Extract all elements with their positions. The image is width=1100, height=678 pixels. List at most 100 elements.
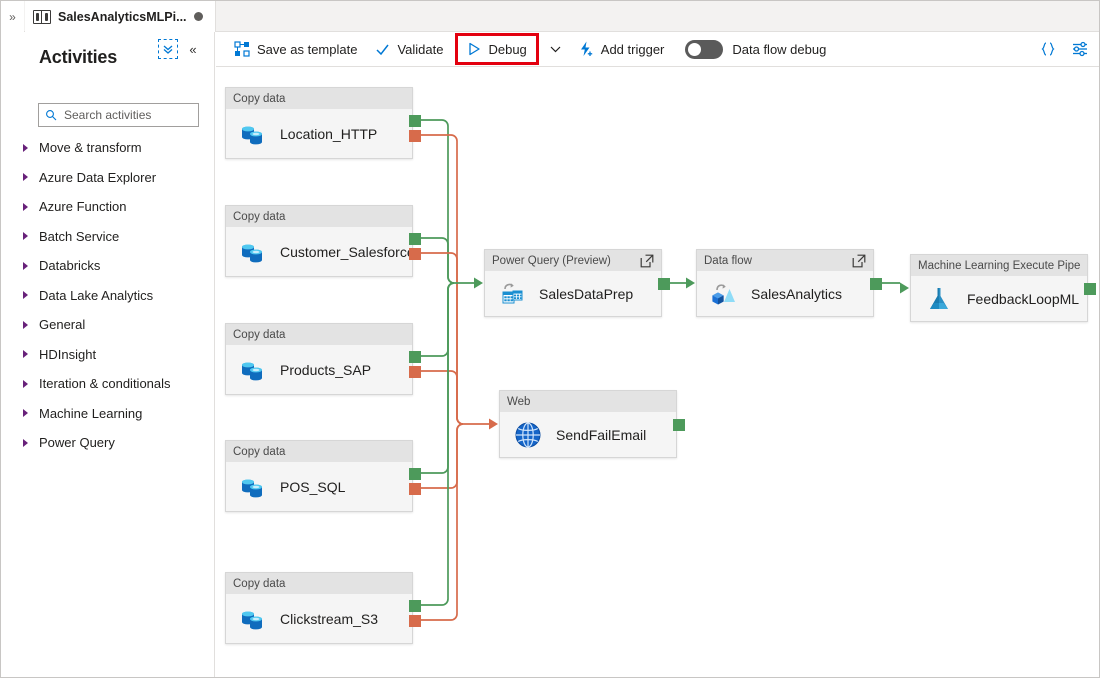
success-output-port[interactable] <box>409 233 421 245</box>
activity-category-label: Move & transform <box>39 140 142 155</box>
activity-category-hdinsight[interactable]: HDInsight <box>1 340 215 370</box>
add-trigger-label: Add trigger <box>601 42 665 57</box>
activity-category-general[interactable]: General <box>1 310 215 340</box>
pipeline-node-pos-sql[interactable]: Copy data POS_SQL <box>225 440 413 512</box>
data-flow-debug-toggle[interactable] <box>685 40 723 59</box>
node-type-header: Copy data <box>226 441 412 462</box>
copy-data-icon <box>239 473 267 501</box>
add-trigger-button[interactable]: Add trigger <box>569 34 674 65</box>
pipeline-node-salesanalytics[interactable]: Data flow SalesAnalytics <box>696 249 874 317</box>
tab-sales-analytics-pipeline[interactable]: SalesAnalyticsMLPi... <box>25 1 216 32</box>
activity-category-azure-data-explorer[interactable]: Azure Data Explorer <box>1 163 215 193</box>
debug-dropdown-button[interactable] <box>542 34 569 65</box>
pipeline-node-customer-salesforce[interactable]: Copy data Customer_Salesforce <box>225 205 413 277</box>
node-body: Products_SAP <box>226 345 412 394</box>
azure-ml-icon <box>924 284 954 314</box>
node-name-label: SendFailEmail <box>556 427 646 443</box>
failure-output-port[interactable] <box>409 130 421 142</box>
expand-triangle-icon <box>23 350 28 358</box>
power-query-icon <box>498 280 526 308</box>
node-body: SalesAnalytics <box>697 271 873 316</box>
activity-category-label: Batch Service <box>39 229 119 244</box>
failure-output-port[interactable] <box>409 483 421 495</box>
activity-category-batch-service[interactable]: Batch Service <box>1 222 215 252</box>
node-body: SalesDataPrep <box>485 271 661 316</box>
pipeline-node-salesdataprep[interactable]: Power Query (Preview) SalesDataPrep <box>484 249 662 317</box>
node-type-header: Web <box>500 391 676 412</box>
success-output-port[interactable] <box>409 115 421 127</box>
open-external-icon <box>852 254 866 268</box>
activity-category-databricks[interactable]: Databricks <box>1 251 215 281</box>
node-type-label: Machine Learning Execute Pipeline <box>918 260 1080 272</box>
pipeline-node-location-http[interactable]: Copy data Location_HTTP <box>225 87 413 159</box>
pipeline-node-clickstream-s3[interactable]: Copy data Clickstream_S3 <box>225 572 413 644</box>
chevron-down-icon <box>550 45 561 53</box>
success-output-port[interactable] <box>409 600 421 612</box>
page-title: Activities <box>39 47 117 68</box>
node-type-header: Copy data <box>226 324 412 345</box>
expand-triangle-icon <box>23 203 28 211</box>
success-output-port[interactable] <box>409 351 421 363</box>
success-output-port[interactable] <box>409 468 421 480</box>
success-output-port[interactable] <box>673 419 685 431</box>
node-name-label: Customer_Salesforce <box>280 244 415 260</box>
activity-category-move-transform[interactable]: Move & transform <box>1 133 215 163</box>
failure-output-port[interactable] <box>409 615 421 627</box>
collapse-all-icon[interactable] <box>158 39 178 59</box>
activity-category-iteration-conditionals[interactable]: Iteration & conditionals <box>1 369 215 399</box>
success-output-port[interactable] <box>870 278 882 290</box>
pipeline-canvas[interactable]: Copy data Location_HTTP Copy data Custome… <box>216 67 1099 677</box>
code-view-button[interactable] <box>1033 34 1063 64</box>
node-name-label: Location_HTTP <box>280 126 377 142</box>
search-input[interactable] <box>62 107 192 123</box>
failure-output-port[interactable] <box>409 366 421 378</box>
pipeline-node-sendfailemail[interactable]: Web SendFailEmail <box>499 390 677 458</box>
node-type-header: Data flow <box>697 250 873 271</box>
success-output-port[interactable] <box>1084 283 1096 295</box>
save-as-template-button[interactable]: Save as template <box>225 34 366 65</box>
edge-arrow-failure-sendfailemail <box>489 419 498 430</box>
node-name-label: SalesAnalytics <box>751 286 842 302</box>
success-output-port[interactable] <box>658 278 670 290</box>
pipeline-node-feedbackloopml[interactable]: Machine Learning Execute Pipeline Feedba… <box>910 254 1088 322</box>
copy-data-icon <box>239 120 267 148</box>
tab-label: SalesAnalyticsMLPi... <box>58 10 187 24</box>
pipeline-node-products-sap[interactable]: Copy data Products_SAP <box>225 323 413 395</box>
activity-category-label: Databricks <box>39 258 100 273</box>
lightning-bolt-icon <box>578 41 594 57</box>
debug-button[interactable]: Debug <box>455 33 538 65</box>
validate-button[interactable]: Validate <box>366 34 452 65</box>
node-type-label: Data flow <box>704 255 852 267</box>
expand-triangle-icon <box>23 291 28 299</box>
chevron-double-left-icon: « <box>189 42 196 57</box>
activity-category-label: General <box>39 317 85 332</box>
edge-arrow-success-feedbackloopml <box>900 283 909 294</box>
panel-collapse-button[interactable]: « <box>184 39 202 59</box>
play-triangle-icon <box>467 42 481 56</box>
unsaved-changes-dot-icon <box>194 12 203 21</box>
node-name-label: SalesDataPrep <box>539 286 633 302</box>
node-type-label: Power Query (Preview) <box>492 255 640 267</box>
node-name-label: POS_SQL <box>280 479 345 495</box>
activity-category-data-lake-analytics[interactable]: Data Lake Analytics <box>1 281 215 311</box>
expand-triangle-icon <box>23 262 28 270</box>
data-flow-debug-label: Data flow debug <box>732 42 826 57</box>
activity-category-azure-function[interactable]: Azure Function <box>1 192 215 222</box>
search-activities-box[interactable] <box>38 103 199 127</box>
activity-category-machine-learning[interactable]: Machine Learning <box>1 399 215 429</box>
failure-output-port[interactable] <box>409 248 421 260</box>
activities-panel: Activities « Move & transform Azure Data … <box>1 32 215 677</box>
node-name-label: FeedbackLoopML <box>967 291 1079 307</box>
expand-panel-button[interactable]: » <box>1 1 24 32</box>
node-type-header: Machine Learning Execute Pipeline <box>911 255 1087 276</box>
node-body: Location_HTTP <box>226 109 412 158</box>
properties-settings-button[interactable] <box>1065 34 1095 64</box>
node-body: POS_SQL <box>226 462 412 511</box>
copy-data-icon <box>239 605 267 633</box>
edge-success-customer_salesforce <box>420 238 454 283</box>
activity-category-power-query[interactable]: Power Query <box>1 428 215 458</box>
edge-failure-products_sap <box>420 371 463 424</box>
edge-arrow-success-salesdataprep <box>474 278 483 289</box>
activity-category-label: HDInsight <box>39 347 96 362</box>
node-type-label: Copy data <box>233 211 405 223</box>
